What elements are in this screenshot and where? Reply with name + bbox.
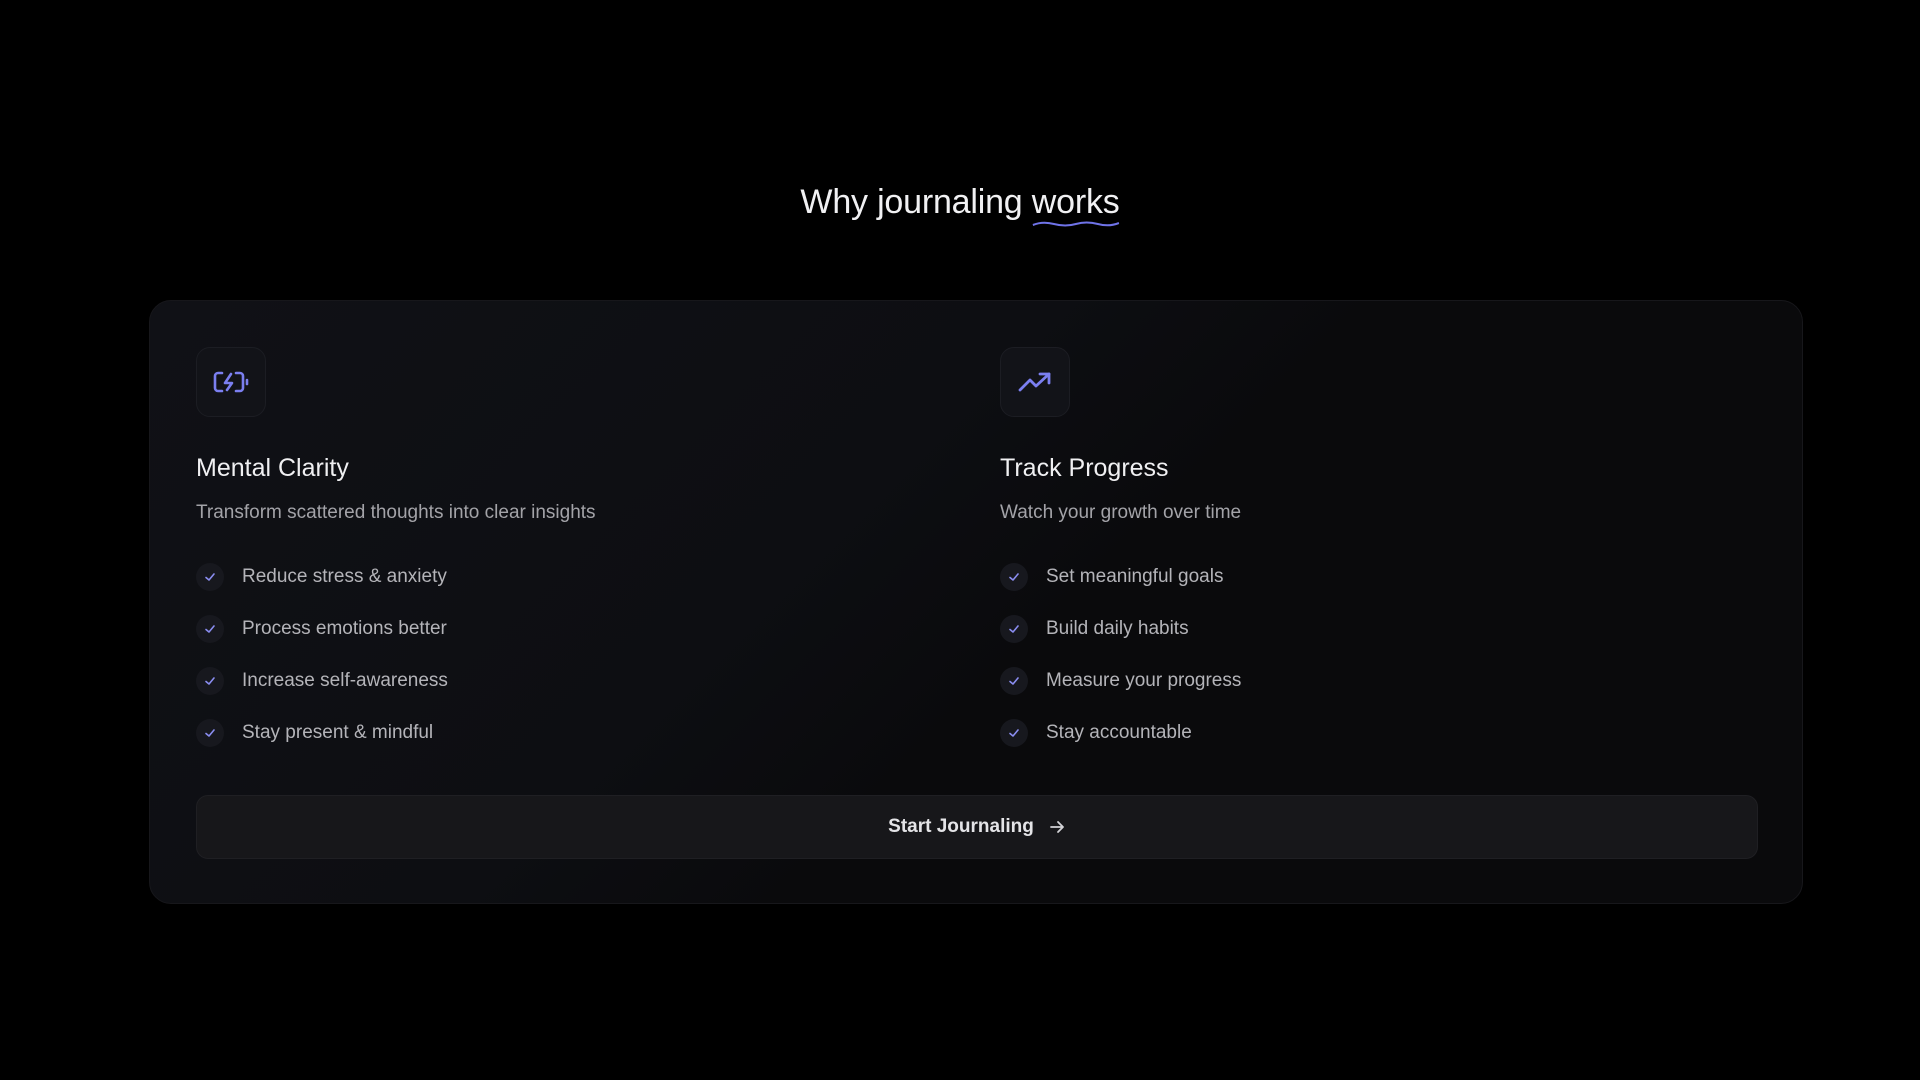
check-icon	[1000, 719, 1028, 747]
heading-accent-text: works	[1031, 182, 1120, 221]
list-item: Increase self-awareness	[196, 655, 896, 707]
feature-track-progress: Track Progress Watch your growth over ti…	[1000, 347, 1700, 759]
start-journaling-button[interactable]: Start Journaling	[196, 795, 1758, 859]
feature-icon-box	[196, 347, 266, 417]
heading-accent: works	[1031, 182, 1120, 227]
feature-mental-clarity: Mental Clarity Transform scattered thoug…	[196, 347, 896, 759]
check-icon	[1000, 615, 1028, 643]
list-item: Measure your progress	[1000, 655, 1700, 707]
trending-up-icon	[1018, 372, 1051, 392]
feature-list: Set meaningful goals Build daily habits …	[1000, 551, 1700, 759]
list-item: Stay accountable	[1000, 707, 1700, 759]
check-icon	[196, 719, 224, 747]
arrow-right-icon	[1048, 818, 1066, 836]
list-item: Stay present & mindful	[196, 707, 896, 759]
list-item-text: Reduce stress & anxiety	[242, 566, 447, 587]
check-icon	[1000, 667, 1028, 695]
list-item: Process emotions better	[196, 603, 896, 655]
list-item-text: Set meaningful goals	[1046, 566, 1224, 587]
features-card: Mental Clarity Transform scattered thoug…	[149, 300, 1803, 904]
list-item: Build daily habits	[1000, 603, 1700, 655]
check-icon	[196, 615, 224, 643]
list-item-text: Stay present & mindful	[242, 722, 434, 743]
start-journaling-label: Start Journaling	[888, 816, 1034, 837]
feature-title: Track Progress	[1000, 454, 1169, 482]
list-item-text: Increase self-awareness	[242, 670, 448, 691]
list-item-text: Process emotions better	[242, 618, 447, 639]
check-icon	[196, 563, 224, 591]
check-icon	[1000, 563, 1028, 591]
check-icon	[196, 667, 224, 695]
feature-subtitle: Watch your growth over time	[1000, 502, 1242, 523]
feature-list: Reduce stress & anxiety Process emotions…	[196, 551, 896, 759]
list-item: Reduce stress & anxiety	[196, 551, 896, 603]
list-item-text: Measure your progress	[1046, 670, 1242, 691]
section-heading: Why journaling works	[0, 182, 1920, 227]
heading-text: Why journaling	[800, 182, 1032, 221]
battery-charging-icon	[213, 371, 249, 393]
list-item-text: Build daily habits	[1046, 618, 1189, 639]
feature-icon-box	[1000, 347, 1070, 417]
feature-subtitle: Transform scattered thoughts into clear …	[196, 502, 596, 523]
squiggle-underline-icon	[1032, 221, 1119, 227]
list-item-text: Stay accountable	[1046, 722, 1192, 743]
list-item: Set meaningful goals	[1000, 551, 1700, 603]
feature-title: Mental Clarity	[196, 454, 349, 482]
